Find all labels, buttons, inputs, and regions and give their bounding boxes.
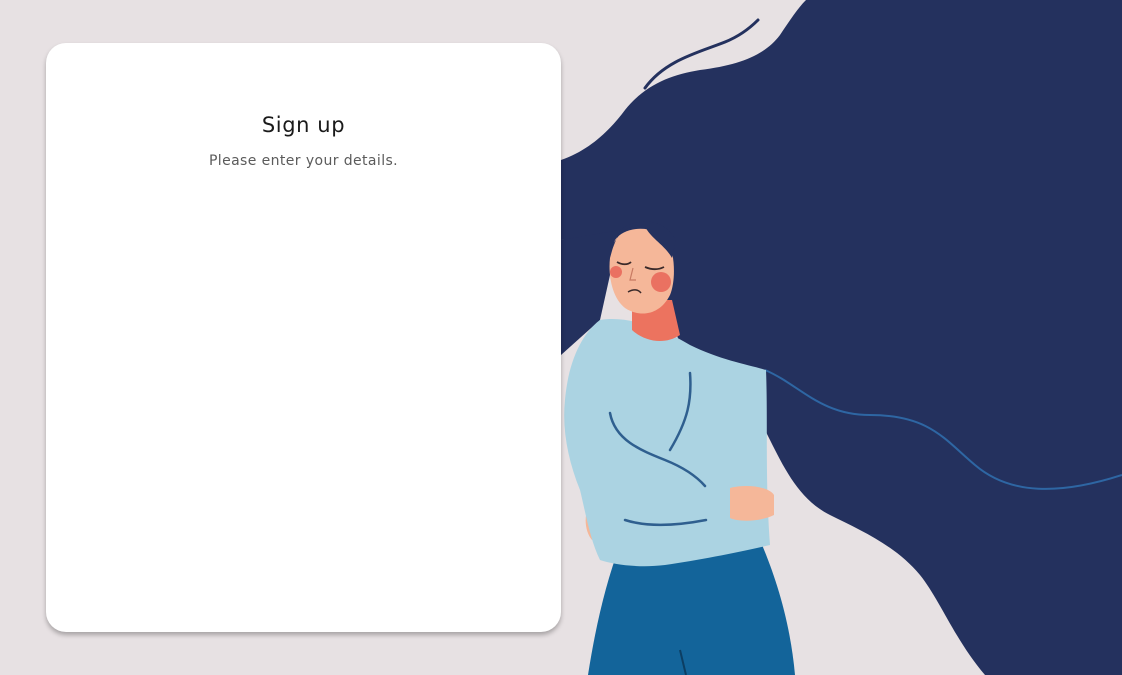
signup-page: Sign up Please enter your details. xyxy=(0,0,1122,675)
page-title: Sign up xyxy=(261,113,346,137)
signup-card: Sign up Please enter your details. xyxy=(46,43,561,632)
page-subtitle: Please enter your details. xyxy=(208,153,399,169)
